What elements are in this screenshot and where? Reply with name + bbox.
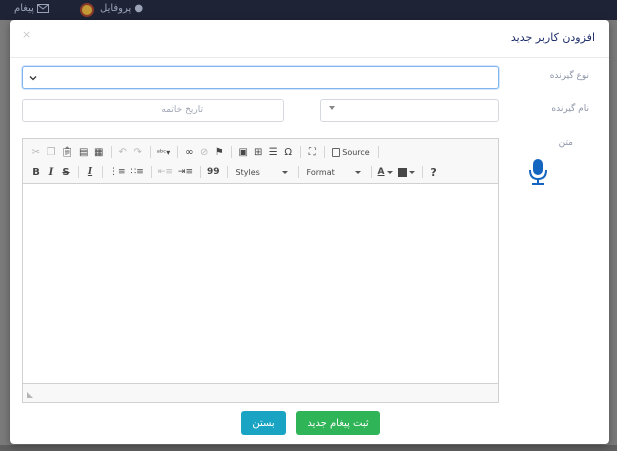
envelope-icon	[36, 4, 49, 13]
background-right	[609, 20, 617, 451]
chevron-down-icon	[281, 170, 288, 174]
text-color-label: A	[377, 167, 385, 177]
receiver-name-select[interactable]	[320, 99, 499, 122]
undo-icon[interactable]: ↶	[116, 144, 130, 160]
toolbar-separator	[377, 146, 379, 158]
submit-message-button[interactable]: ثبت پیغام جدید	[296, 411, 380, 435]
bold-button[interactable]: B	[29, 164, 43, 180]
horizontal-rule-icon[interactable]: ☰	[266, 144, 280, 160]
modal-title: افزودن کاربر جدید	[510, 31, 595, 44]
editor-toolbar: ✂ ❐ 📋︎ ▤ ▦ ↶ ↷ ᵃᵇᶜ▾ ∞ ⊘ ⚑ ▣ ⊞ ☰ Ω ⛶ Sour…	[23, 139, 498, 184]
source-label: Source	[342, 147, 370, 157]
toolbar-separator	[177, 146, 179, 158]
italic-button[interactable]: I	[44, 164, 58, 180]
toolbar-separator	[231, 146, 233, 158]
resize-handle-icon[interactable]	[27, 392, 33, 398]
avatar[interactable]	[80, 3, 94, 17]
indent-icon[interactable]: ⇥≡	[176, 164, 195, 180]
spellcheck-icon[interactable]: ᵃᵇᶜ▾	[155, 144, 173, 160]
numbered-list-icon[interactable]: ⋮≡	[107, 164, 128, 180]
toolbar-separator	[370, 166, 372, 178]
copy-icon[interactable]: ❐	[44, 144, 58, 160]
source-button[interactable]: Source	[329, 144, 372, 160]
chevron-down-icon	[408, 170, 415, 174]
nav-profile[interactable]: پروفایل ●	[100, 3, 143, 14]
modal-header: × افزودن کاربر جدید	[10, 20, 609, 58]
format-dropdown[interactable]: Format	[303, 164, 365, 180]
text-color-button[interactable]: A	[376, 164, 395, 180]
styles-dropdown[interactable]: Styles	[232, 164, 292, 180]
caret-down-icon	[329, 106, 335, 110]
expiry-date-placeholder: تاریخ خاتمه	[161, 105, 203, 115]
table-icon[interactable]: ⊞	[251, 144, 265, 160]
link-icon[interactable]: ∞	[182, 144, 196, 160]
toolbar-separator	[78, 166, 79, 178]
paste-text-icon[interactable]: ▤	[77, 144, 91, 160]
receiver-type-label: نوع گیرنده	[549, 71, 589, 81]
paste-word-icon[interactable]: ▦	[92, 144, 106, 160]
nav-profile-label: پروفایل	[100, 3, 132, 14]
strike-button[interactable]: S	[59, 164, 73, 180]
source-icon	[332, 147, 341, 157]
receiver-type-select[interactable]	[22, 66, 499, 89]
image-icon[interactable]: ▣	[236, 144, 250, 160]
chevron-down-icon	[354, 170, 361, 174]
styles-label: Styles	[235, 167, 260, 177]
anchor-icon[interactable]: ⚑	[212, 144, 226, 160]
toolbar-separator	[110, 146, 112, 158]
toolbar-separator	[300, 146, 302, 158]
bg-color-button[interactable]	[396, 164, 417, 180]
nav-messages-label: پیغام	[14, 3, 34, 14]
editor-footer	[23, 383, 498, 402]
nav-messages[interactable]: پیغام	[14, 3, 49, 14]
editor-content-area[interactable]	[23, 184, 498, 384]
new-message-modal: × افزودن کاربر جدید نوع گیرنده نام گیرند…	[10, 20, 609, 444]
help-button[interactable]: ?	[427, 164, 441, 180]
cut-icon[interactable]: ✂	[29, 144, 43, 160]
background-top-navbar: پیغام پروفایل ●	[0, 0, 617, 20]
paste-icon[interactable]: 📋︎	[59, 144, 76, 160]
toolbar-separator	[297, 166, 299, 178]
outdent-icon[interactable]: ⇤≡	[156, 164, 175, 180]
blockquote-button[interactable]: 99	[205, 164, 222, 180]
toolbar-row-2: B I S I ⋮≡ ∷≡ ⇤≡ ⇥≡ 99 Styles Format A ?	[29, 163, 442, 181]
user-icon: ●	[134, 3, 144, 14]
redo-icon[interactable]: ↷	[131, 144, 145, 160]
close-icon[interactable]: ×	[22, 28, 31, 41]
rich-text-editor: ✂ ❐ 📋︎ ▤ ▦ ↶ ↷ ᵃᵇᶜ▾ ∞ ⊘ ⚑ ▣ ⊞ ☰ Ω ⛶ Sour…	[22, 138, 499, 403]
chevron-down-icon	[386, 170, 393, 174]
toolbar-separator	[324, 146, 326, 158]
bulleted-list-icon[interactable]: ∷≡	[129, 164, 146, 180]
unlink-icon[interactable]: ⊘	[197, 144, 211, 160]
receiver-name-label: نام گیرنده	[551, 104, 589, 114]
remove-format-button[interactable]: I	[83, 164, 97, 180]
expiry-date-field[interactable]: تاریخ خاتمه	[22, 99, 284, 122]
background-left	[0, 20, 10, 451]
maximize-icon[interactable]: ⛶	[305, 144, 319, 160]
special-char-icon[interactable]: Ω	[281, 144, 295, 160]
bg-color-icon	[397, 167, 407, 177]
toolbar-separator	[150, 166, 152, 178]
background-bottom	[0, 445, 617, 451]
toolbar-separator	[226, 166, 228, 178]
toolbar-row-1: ✂ ❐ 📋︎ ▤ ▦ ↶ ↷ ᵃᵇᶜ▾ ∞ ⊘ ⚑ ▣ ⊞ ☰ Ω ⛶ Sour…	[29, 143, 383, 161]
chevron-down-icon	[29, 76, 37, 81]
format-label: Format	[306, 167, 335, 177]
toolbar-separator	[149, 146, 151, 158]
toolbar-separator	[421, 166, 423, 178]
close-button[interactable]: بستن	[241, 411, 286, 435]
microphone-icon[interactable]	[527, 158, 549, 186]
toolbar-separator	[200, 166, 202, 178]
toolbar-separator	[102, 166, 103, 178]
text-label: متن	[558, 138, 573, 148]
